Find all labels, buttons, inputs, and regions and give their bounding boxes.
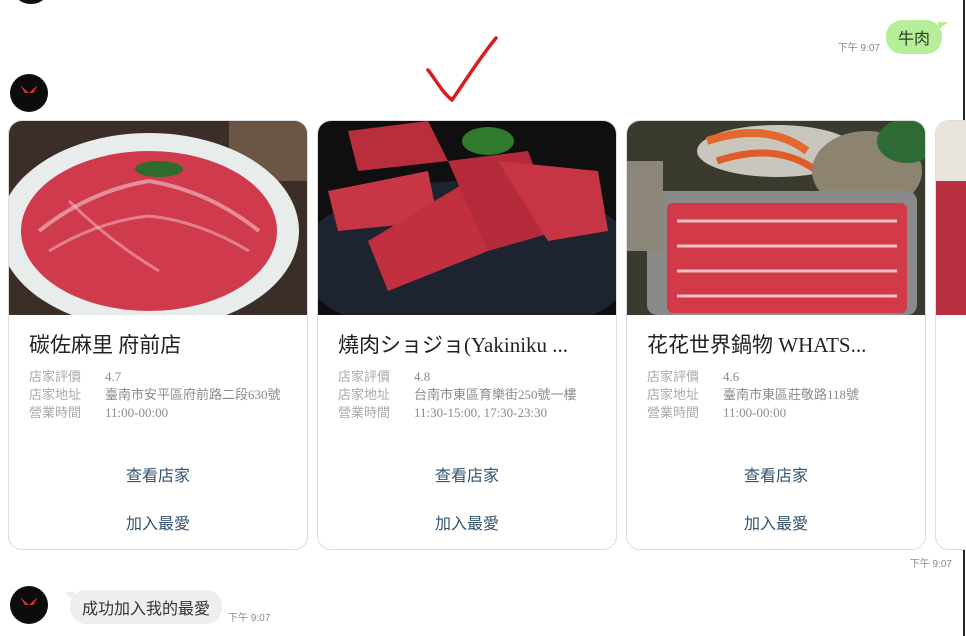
address-value: 臺南市東區莊敬路118號	[723, 387, 860, 402]
address-label: 店家地址	[647, 387, 700, 402]
add-favorite-button[interactable]: 加入最愛	[627, 501, 925, 549]
user-message-bubble: 牛肉	[885, 20, 949, 54]
shop-carousel[interactable]: 碳佐麻里 府前店 店家評價 4.7 店家地址 臺南市安平區府前路二段630號 營業時…	[8, 120, 966, 550]
avatar-partial	[12, 0, 50, 4]
address-value: 台南市東區育樂街250號一樓	[414, 387, 577, 402]
card-actions: 查看店家 加入最愛	[318, 453, 616, 549]
rating-value: 4.6	[723, 369, 740, 384]
hours-value: 11:00-00:00	[105, 405, 169, 420]
shop-card: 花花世界鍋物 WHATS... 店家評價 4.6 店家地址 臺南市東區莊敬路118號…	[626, 120, 926, 550]
rating-label: 店家評價	[338, 369, 391, 384]
shop-photo[interactable]	[627, 121, 925, 315]
rating-label: 店家評價	[29, 369, 82, 384]
card-actions: 查看店家 加入最愛	[627, 453, 925, 549]
shop-card: 燒肉ショジョ(Yakiniku ... 店家評價 4.8 店家地址 台南市東區育樂街…	[317, 120, 617, 550]
message-time: 下午 9:07	[228, 613, 271, 624]
bot-message-row: 成功加入我的最愛 下午 9:07	[10, 586, 270, 624]
shop-title: 花花世界鍋物 WHATS...	[647, 333, 867, 357]
card-actions: 查看店家 加入最愛	[9, 453, 307, 549]
bot-avatar[interactable]	[10, 74, 48, 112]
carousel-time: 下午 9:07	[909, 559, 952, 570]
address-label: 店家地址	[29, 387, 82, 402]
shop-photo[interactable]	[9, 121, 307, 315]
user-message-row: 下午 9:07 牛肉	[837, 20, 949, 54]
bot-message-bubble: 成功加入我的最愛	[63, 590, 223, 624]
shop-title: 燒肉ショジョ(Yakiniku ...	[338, 333, 569, 357]
message-time: 下午 9:07	[837, 43, 880, 54]
hours-value: 11:00-00:00	[723, 405, 787, 420]
hours-label: 營業時間	[338, 405, 391, 420]
bot-logo-icon	[20, 85, 38, 101]
address-value: 臺南市安平區府前路二段630號	[105, 387, 281, 402]
hours-label: 營業時間	[29, 405, 82, 420]
shop-card-partial[interactable]	[935, 120, 966, 550]
bot-logo-icon	[20, 597, 38, 613]
bot-avatar[interactable]	[10, 586, 48, 624]
checkmark-icon	[426, 36, 498, 102]
rating-value: 4.8	[414, 369, 431, 384]
view-shop-button[interactable]: 查看店家	[9, 453, 307, 501]
shop-title: 碳佐麻里 府前店	[29, 333, 182, 357]
address-label: 店家地址	[338, 387, 391, 402]
rating-label: 店家評價	[647, 369, 700, 384]
view-shop-button[interactable]: 查看店家	[627, 453, 925, 501]
rating-value: 4.7	[105, 369, 122, 384]
hours-value: 11:30-15:00, 17:30-23:30	[414, 405, 548, 420]
shop-photo[interactable]	[318, 121, 616, 315]
view-shop-button[interactable]: 查看店家	[318, 453, 616, 501]
shop-photo[interactable]	[936, 121, 966, 315]
hours-label: 營業時間	[647, 405, 700, 420]
add-favorite-button[interactable]: 加入最愛	[9, 501, 307, 549]
add-favorite-button[interactable]: 加入最愛	[318, 501, 616, 549]
shop-card: 碳佐麻里 府前店 店家評價 4.7 店家地址 臺南市安平區府前路二段630號 營業時…	[8, 120, 308, 550]
